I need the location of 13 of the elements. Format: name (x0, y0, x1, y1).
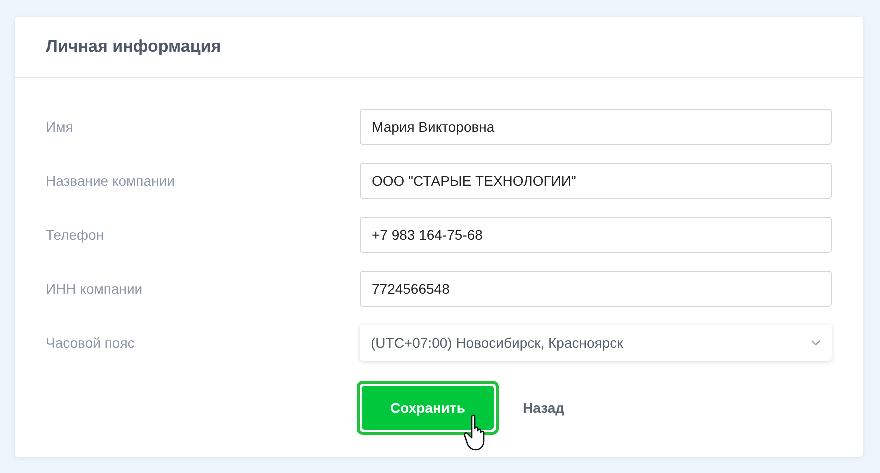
input-field[interactable]: 7724566548 (360, 271, 832, 307)
chevron-down-icon (811, 340, 821, 346)
field-label: Название компании (46, 173, 176, 189)
section-title: Личная информация (46, 37, 222, 57)
input-field[interactable]: ООО "СТАРЫЕ ТЕХНОЛОГИИ" (360, 163, 832, 199)
field-label: Телефон (46, 227, 106, 243)
field-label: Имя (46, 119, 74, 135)
input-field[interactable]: Мария Викторовна (360, 109, 832, 145)
field-label: ИНН компании (46, 281, 144, 297)
input-field[interactable]: +7 983 164-75-68 (360, 217, 832, 253)
field-label: Часовой пояс (46, 335, 136, 351)
timezone-select[interactable]: (UTC+07:00) Новосибирск, Красноярск (360, 325, 832, 361)
back-link[interactable]: Назад (523, 400, 565, 416)
